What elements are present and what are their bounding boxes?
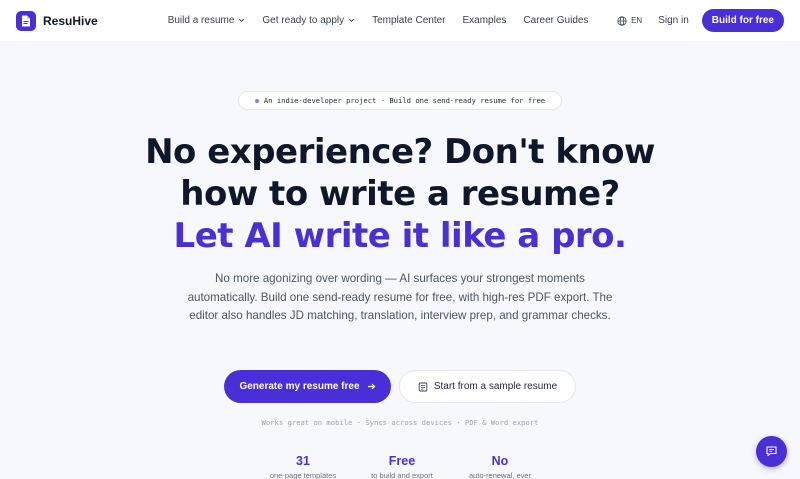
language-label: EN <box>631 16 643 25</box>
stat-value: No <box>491 454 509 468</box>
arrow-right-icon <box>367 383 375 390</box>
nav-item-get-ready-to-apply[interactable]: Get ready to apply <box>262 15 355 26</box>
nav-item-template-center[interactable]: Template Center <box>372 15 445 26</box>
sign-in-link[interactable]: Sign in <box>658 15 689 26</box>
build-for-free-button[interactable]: Build for free <box>701 9 784 32</box>
headline-line-1: No experience? Don't know <box>145 132 655 172</box>
stat-label: auto-renewal, ever <box>468 471 532 479</box>
nav-item-career-guides[interactable]: Career Guides <box>523 15 588 26</box>
stat-value: 31 <box>296 454 310 468</box>
feature-list: Works great on mobile · Syncs across dev… <box>261 418 539 427</box>
button-label: Generate my resume free <box>239 381 360 392</box>
stat-no-renewal: No auto-renewal, ever <box>455 454 545 479</box>
sample-resume-button[interactable]: Start from a sample resume <box>399 370 576 403</box>
nav-item-label: Career Guides <box>523 15 589 26</box>
announcement-pill: An indie-developer project · Build one s… <box>238 91 562 110</box>
nav-item-label: Examples <box>462 15 507 26</box>
nav-item-build-a-resume[interactable]: Build a resume <box>168 15 246 26</box>
announcement-text: An indie-developer project · Build one s… <box>263 96 546 105</box>
dot-icon <box>254 98 259 103</box>
nav-item-label: Get ready to apply <box>262 15 345 26</box>
nav-item-label: Build a resume <box>167 15 235 26</box>
nav-actions: EN Sign in Build for free <box>617 9 784 32</box>
chat-icon <box>766 446 777 457</box>
top-navigation-bar: ResuHive Build a resume Get ready to app… <box>0 0 800 41</box>
nav-item-examples[interactable]: Examples <box>463 15 507 26</box>
stats-row: 31 one-page templates Free to build and … <box>0 454 800 479</box>
stat-templates: 31 one-page templates <box>258 454 348 479</box>
brand-name: ResuHive <box>43 13 98 28</box>
generate-resume-button[interactable]: Generate my resume free <box>224 370 391 403</box>
nav-item-label: Template Center <box>372 15 446 26</box>
button-label: Start from a sample resume <box>433 381 558 392</box>
chat-button[interactable] <box>756 436 787 467</box>
stat-label: to build and export <box>371 471 433 479</box>
main-nav: Build a resume Get ready to apply Templa… <box>168 15 606 26</box>
stat-label: one-page templates <box>269 471 337 479</box>
headline-accent: Let AI write it like a pro. <box>173 216 627 256</box>
hero-description: No more agonizing over wording — AI surf… <box>187 272 613 322</box>
stat-value: Free <box>388 454 416 468</box>
chevron-down-icon <box>349 18 355 23</box>
hero-headline: No experience? Don't know how to write a… <box>0 131 800 257</box>
document-icon <box>16 10 36 31</box>
headline-line-2: how to write a resume? <box>180 174 620 214</box>
document-icon <box>418 382 428 391</box>
hero-section: An indie-developer project · Build one s… <box>0 41 800 479</box>
globe-icon <box>617 15 627 26</box>
chevron-down-icon <box>239 18 245 23</box>
brand[interactable]: ResuHive <box>16 10 98 31</box>
language-switcher[interactable]: EN <box>617 15 643 26</box>
stat-free: Free to build and export <box>357 454 447 479</box>
